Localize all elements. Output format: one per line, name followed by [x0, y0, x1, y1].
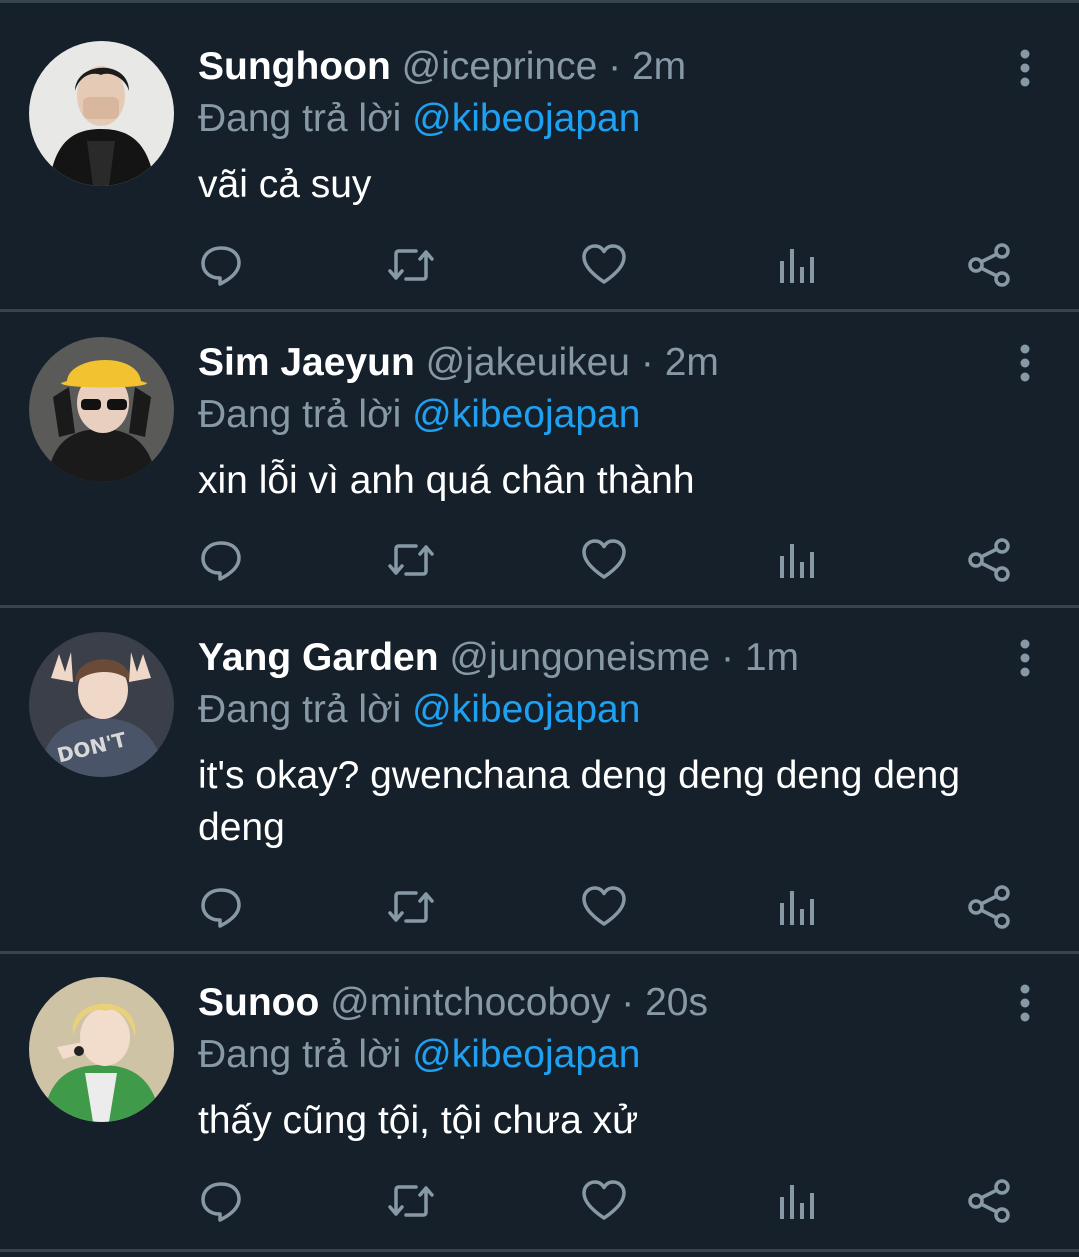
tweet-text: thấy cũng tội, tội chưa xử	[198, 1099, 639, 1142]
analytics-button[interactable]	[771, 535, 821, 585]
tweet-actions	[0, 1176, 1079, 1226]
tweet-text: vãi cả suy	[198, 163, 372, 206]
user-handle[interactable]: @jungoneisme	[449, 636, 710, 679]
display-name[interactable]: Sunoo	[198, 981, 319, 1024]
share-button[interactable]	[964, 240, 1014, 290]
reply-icon	[201, 1182, 241, 1222]
more-vertical-icon[interactable]	[1015, 48, 1035, 88]
replying-to: Đang trả lời @kibeojapan	[198, 389, 640, 441]
tweet-header: Sunoo @mintchocoboy · 20s	[198, 977, 708, 1029]
separator-dot: ·	[621, 981, 635, 1024]
display-name[interactable]: Yang Garden	[198, 636, 439, 679]
more-vertical-icon[interactable]	[1015, 343, 1035, 383]
analytics-icon	[780, 249, 814, 283]
retweet-button[interactable]	[386, 882, 436, 932]
reply-button[interactable]	[196, 240, 246, 290]
replying-to: Đang trả lời @kibeojapan	[198, 93, 640, 145]
separator-dot: ·	[640, 341, 654, 384]
display-name[interactable]: Sunghoon	[198, 45, 391, 88]
analytics-button[interactable]	[771, 240, 821, 290]
reply-button[interactable]	[196, 535, 246, 585]
replying-to-label: Đang trả lời	[198, 97, 402, 140]
tweet-actions	[0, 882, 1079, 932]
heart-icon	[582, 886, 626, 926]
heart-icon	[582, 1180, 626, 1220]
user-handle[interactable]: @iceprince	[402, 45, 598, 88]
tweet-item[interactable]: DON'T Yang Garden @jungoneisme · 1m Đang…	[0, 608, 1079, 954]
reply-button[interactable]	[196, 882, 246, 932]
avatar[interactable]: DON'T	[29, 632, 174, 777]
retweet-icon	[388, 891, 434, 923]
timestamp[interactable]: 2m	[665, 341, 719, 384]
retweet-button[interactable]	[386, 1176, 436, 1226]
reply-button[interactable]	[196, 1176, 246, 1226]
user-handle[interactable]: @jakeuikeu	[426, 341, 630, 384]
replying-to-label: Đang trả lời	[198, 1033, 402, 1076]
retweet-button[interactable]	[386, 240, 436, 290]
tweet-item[interactable]: Sim Jaeyun @jakeuikeu · 2m Đang trả lời …	[0, 312, 1079, 608]
reply-icon	[201, 888, 241, 928]
tweet-actions	[0, 535, 1079, 585]
retweet-button[interactable]	[386, 535, 436, 585]
tweet-text: it's okay? gwenchana deng deng deng deng…	[198, 754, 961, 849]
replying-to: Đang trả lời @kibeojapan	[198, 684, 640, 736]
separator-dot: ·	[721, 636, 735, 679]
separator-dot: ·	[608, 45, 622, 88]
avatar[interactable]	[29, 977, 174, 1122]
replying-to: Đang trả lời @kibeojapan	[198, 1029, 640, 1081]
analytics-icon	[780, 1185, 814, 1219]
user-handle[interactable]: @mintchocoboy	[330, 981, 610, 1024]
share-button[interactable]	[964, 882, 1014, 932]
analytics-button[interactable]	[771, 882, 821, 932]
share-button[interactable]	[964, 1176, 1014, 1226]
share-icon	[968, 243, 1010, 287]
analytics-button[interactable]	[771, 1176, 821, 1226]
reply-icon	[201, 246, 241, 286]
tweet-header: Sunghoon @iceprince · 2m	[198, 41, 686, 93]
share-icon	[968, 1179, 1010, 1223]
like-button[interactable]	[579, 882, 629, 932]
tweet-item[interactable]: Sunoo @mintchocoboy · 20s Đang trả lời @…	[0, 954, 1079, 1252]
avatar[interactable]	[29, 337, 174, 482]
share-icon	[968, 885, 1010, 929]
heart-icon	[582, 539, 626, 579]
more-vertical-icon[interactable]	[1015, 983, 1035, 1023]
more-vertical-icon[interactable]	[1015, 638, 1035, 678]
like-button[interactable]	[579, 535, 629, 585]
retweet-icon	[388, 249, 434, 281]
replying-to-label: Đang trả lời	[198, 393, 402, 436]
mention-link[interactable]: @kibeojapan	[412, 688, 640, 731]
analytics-icon	[780, 544, 814, 578]
reply-icon	[201, 541, 241, 581]
retweet-icon	[388, 1185, 434, 1217]
tweet-header: Sim Jaeyun @jakeuikeu · 2m	[198, 337, 719, 389]
avatar[interactable]	[29, 41, 174, 186]
tweet-header: Yang Garden @jungoneisme · 1m	[198, 632, 799, 684]
replying-to-label: Đang trả lời	[198, 688, 402, 731]
mention-link[interactable]: @kibeojapan	[412, 97, 640, 140]
tweet-item[interactable]: Sunghoon @iceprince · 2m Đang trả lời @k…	[0, 3, 1079, 312]
timestamp[interactable]: 1m	[745, 636, 799, 679]
heart-icon	[582, 244, 626, 284]
like-button[interactable]	[579, 1176, 629, 1226]
share-button[interactable]	[964, 535, 1014, 585]
analytics-icon	[780, 891, 814, 925]
mention-link[interactable]: @kibeojapan	[412, 1033, 640, 1076]
like-button[interactable]	[579, 240, 629, 290]
retweet-icon	[388, 544, 434, 576]
timestamp[interactable]: 20s	[645, 981, 708, 1024]
tweet-text: xin lỗi vì anh quá chân thành	[198, 459, 695, 502]
display-name[interactable]: Sim Jaeyun	[198, 341, 415, 384]
share-icon	[968, 538, 1010, 582]
tweet-actions	[0, 240, 1079, 290]
mention-link[interactable]: @kibeojapan	[412, 393, 640, 436]
timestamp[interactable]: 2m	[632, 45, 686, 88]
